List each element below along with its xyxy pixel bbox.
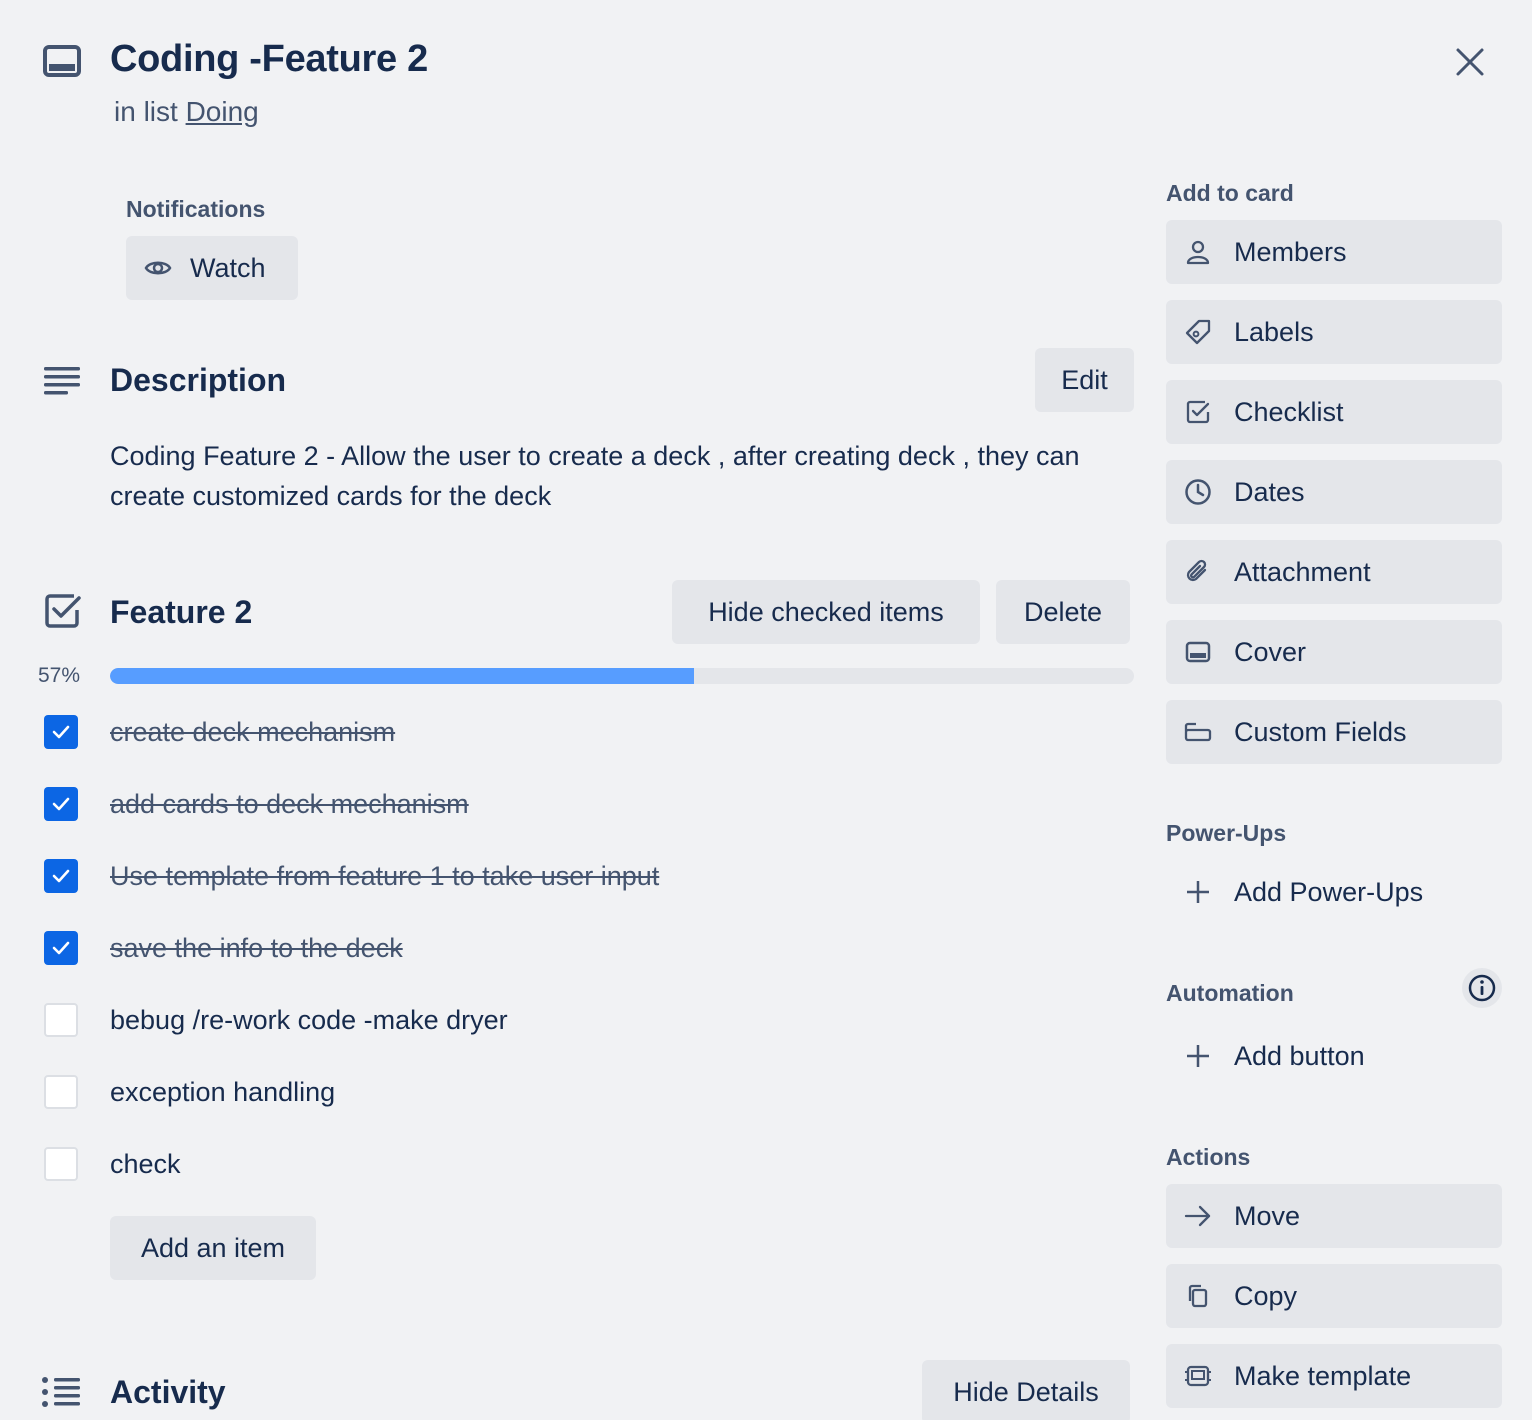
sidebar-button-label: Members [1234, 236, 1347, 267]
checkbox-unchecked[interactable] [44, 1075, 78, 1109]
add-to-card-label: Add to card [1166, 180, 1294, 206]
close-icon[interactable] [1448, 40, 1492, 84]
tag-icon [1184, 318, 1212, 346]
checklist-item[interactable]: check [44, 1144, 1124, 1184]
activity-icon [40, 1372, 82, 1414]
add-power-ups-label: Add Power-Ups [1234, 876, 1424, 907]
sidebar-button-label: Attachment [1234, 556, 1371, 587]
hide-checked-items-button[interactable]: Hide checked items [672, 580, 980, 644]
progress-bar [110, 668, 1134, 684]
paperclip-icon [1184, 558, 1212, 586]
custom-fields-icon [1184, 718, 1212, 746]
power-ups-label: Power-Ups [1166, 820, 1287, 846]
checklist-item-text[interactable]: bebug /re-work code -make dryer [110, 1005, 508, 1036]
description-icon [42, 360, 84, 402]
copy-button[interactable]: Copy [1166, 1264, 1502, 1328]
members-button[interactable]: Members [1166, 220, 1502, 284]
person-icon [1184, 238, 1212, 266]
checklist-item-text[interactable]: Use template from feature 1 to take user… [110, 861, 659, 892]
add-automation-button[interactable]: Add button [1166, 1026, 1502, 1086]
sidebar-button-label: Custom Fields [1234, 716, 1407, 747]
eye-icon [144, 261, 172, 275]
list-link[interactable]: Doing [186, 96, 259, 127]
card-icon [42, 44, 82, 78]
clock-icon [1184, 478, 1212, 506]
checklist-item-text[interactable]: save the info to the deck [110, 933, 403, 964]
plus-icon [1184, 878, 1212, 906]
checklist-item[interactable]: Use template from feature 1 to take user… [44, 856, 1124, 896]
actions-label: Actions [1166, 1144, 1251, 1170]
checkbox-unchecked[interactable] [44, 1147, 78, 1181]
checklist-item-text[interactable]: exception handling [110, 1077, 335, 1108]
attachment-button[interactable]: Attachment [1166, 540, 1502, 604]
description-title: Description [110, 362, 287, 398]
add-item-button[interactable]: Add an item [110, 1216, 316, 1280]
automation-label: Automation [1166, 980, 1294, 1006]
cover-icon [1184, 638, 1212, 666]
move-button[interactable]: Move [1166, 1184, 1502, 1248]
info-icon[interactable] [1462, 968, 1502, 1008]
list-prefix: in list [114, 96, 186, 127]
copy-icon [1184, 1282, 1212, 1310]
cover-button[interactable]: Cover [1166, 620, 1502, 684]
template-icon [1184, 1362, 1212, 1390]
labels-button[interactable]: Labels [1166, 300, 1502, 364]
watch-label: Watch [190, 252, 266, 283]
sidebar-button-label: Labels [1234, 316, 1314, 347]
list-breadcrumb: in list Doing [114, 96, 259, 128]
sidebar-button-label: Cover [1234, 636, 1307, 667]
progress-percent: 57% [38, 664, 81, 687]
checklist-item[interactable]: exception handling [44, 1072, 1124, 1112]
checklist-icon [44, 592, 86, 634]
checklist-item-text[interactable]: check [110, 1149, 181, 1180]
checklist-icon [1184, 398, 1212, 426]
checkbox-checked[interactable] [44, 931, 78, 965]
checklist-title[interactable]: Feature 2 [110, 594, 252, 631]
checklist-item-text[interactable]: create deck mechanism [110, 717, 395, 748]
delete-checklist-button[interactable]: Delete [996, 580, 1130, 644]
checklist-item-text[interactable]: add cards to deck mechanism [110, 789, 469, 820]
checklist-item[interactable]: create deck mechanism [44, 712, 1124, 752]
checkbox-unchecked[interactable] [44, 1003, 78, 1037]
checklist-item[interactable]: add cards to deck mechanism [44, 784, 1124, 824]
sidebar-button-label: Checklist [1234, 396, 1344, 427]
notifications-label: Notifications [126, 196, 266, 222]
activity-title: Activity [110, 1374, 226, 1410]
add-power-ups-button[interactable]: Add Power-Ups [1166, 862, 1502, 922]
sidebar-button-label: Make template [1234, 1360, 1412, 1391]
checklist-button[interactable]: Checklist [1166, 380, 1502, 444]
checkbox-checked[interactable] [44, 787, 78, 821]
sidebar-button-label: Copy [1234, 1280, 1298, 1311]
checkbox-checked[interactable] [44, 859, 78, 893]
checklist-item[interactable]: save the info to the deck [44, 928, 1124, 968]
make-template-button[interactable]: Make template [1166, 1344, 1502, 1408]
arrow-right-icon [1184, 1202, 1212, 1230]
custom-fields-button[interactable]: Custom Fields [1166, 700, 1502, 764]
description-text[interactable]: Coding Feature 2 - Allow the user to cre… [110, 436, 1120, 516]
sidebar-button-label: Dates [1234, 476, 1305, 507]
checklist-item[interactable]: bebug /re-work code -make dryer [44, 1000, 1124, 1040]
add-button-label: Add button [1234, 1040, 1365, 1071]
dates-button[interactable]: Dates [1166, 460, 1502, 524]
plus-icon [1184, 1042, 1212, 1070]
edit-description-button[interactable]: Edit [1035, 348, 1134, 412]
card-title[interactable]: Coding -Feature 2 [110, 38, 428, 81]
hide-details-button[interactable]: Hide Details [922, 1360, 1130, 1420]
progress-fill [110, 668, 694, 684]
sidebar-button-label: Move [1234, 1200, 1301, 1231]
watch-button[interactable]: Watch [126, 236, 298, 300]
checkbox-checked[interactable] [44, 715, 78, 749]
